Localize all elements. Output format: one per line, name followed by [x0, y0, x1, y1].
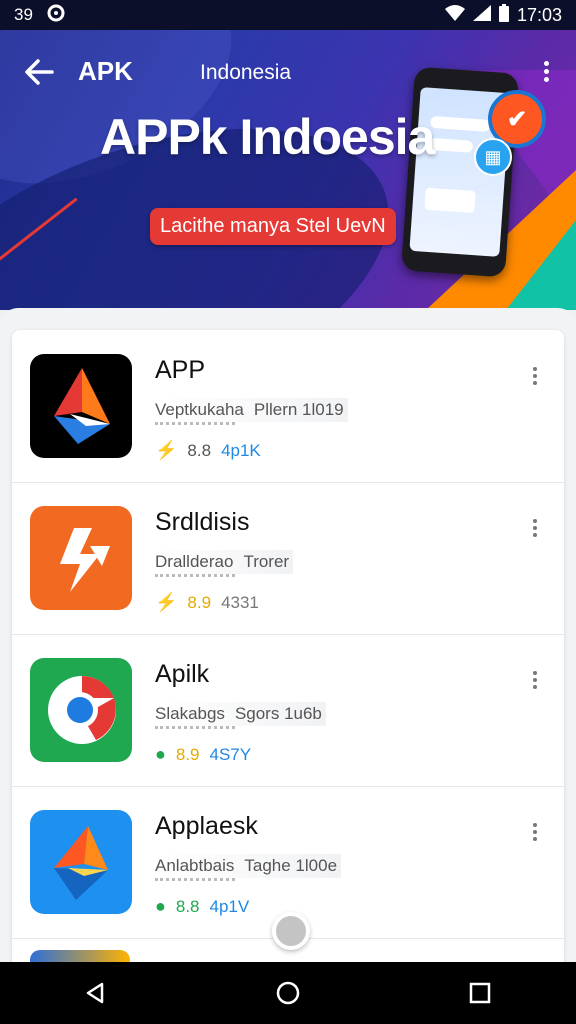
home-nav-icon[interactable]	[268, 973, 308, 1013]
app-rating: 8.8	[175, 896, 200, 916]
item-menu-icon[interactable]	[530, 820, 540, 846]
app-meta: ⚡ 8.9 4331	[155, 592, 259, 613]
recents-nav-icon[interactable]	[460, 973, 500, 1013]
status-left-text: 39	[14, 5, 33, 24]
app-name: APP	[155, 356, 206, 384]
app-subtitle: Veptkukaha Pllern 1l019	[155, 398, 348, 422]
app-meta: ● 8.8 4p1V	[155, 896, 249, 917]
hero-title: APPk Indoesia	[100, 109, 435, 165]
app-subtitle: Anlabtbais Taghe 1l00e	[155, 854, 342, 878]
app-subtitle: Slakabgs Sgors 1u6b	[155, 702, 326, 726]
flame-icon: ⚡	[155, 592, 178, 612]
app-name: Applaesk	[155, 812, 258, 840]
chrome-like-icon	[30, 658, 132, 762]
system-nav-bar	[0, 962, 576, 1024]
battery-icon	[498, 3, 509, 27]
verified-icon: ●	[155, 896, 166, 916]
app-rating: 8.8	[187, 440, 212, 460]
region-label[interactable]: Indonesia	[200, 61, 291, 85]
list-item[interactable]: APP Veptkukaha Pllern 1l019 ⚡ 8.8 4p1K	[12, 330, 564, 483]
hero-badge[interactable]: Lacithe manya Stel UevN	[150, 208, 396, 245]
item-menu-icon[interactable]	[530, 668, 540, 694]
sync-icon	[47, 4, 65, 27]
status-bar: 39 17:03	[0, 0, 576, 30]
app-name: Srdldisis	[155, 508, 250, 536]
item-menu-icon[interactable]	[530, 364, 540, 390]
verified-icon: ●	[155, 744, 166, 764]
signal-icon	[472, 4, 491, 26]
back-arrow-icon[interactable]	[24, 58, 54, 86]
clock-time: 17:03	[516, 4, 562, 25]
back-nav-icon[interactable]	[76, 973, 116, 1013]
scroll-handle[interactable]	[272, 912, 310, 950]
item-menu-icon[interactable]	[530, 516, 540, 542]
red-blue-diamond-icon	[30, 354, 132, 458]
app-name: Apilk	[155, 660, 210, 688]
app-rating: 8.9	[175, 744, 200, 764]
app-meta: ⚡ 8.8 4p1K	[155, 440, 261, 461]
app-bar: APK Indonesia	[0, 30, 576, 114]
app-size: 4p1V	[209, 896, 250, 916]
list-item[interactable]: Apilk Slakabgs Sgors 1u6b ● 8.9 4S7Y	[12, 634, 564, 787]
app-subtitle: Drallderao Trorer	[155, 550, 294, 574]
app-size: 4331	[221, 592, 259, 612]
wifi-icon	[444, 4, 465, 26]
app-size: 4p1K	[221, 440, 261, 460]
app-list: APP Veptkukaha Pllern 1l019 ⚡ 8.8 4p1K Sr…	[12, 330, 564, 968]
blue-orange-diamond-icon	[30, 810, 132, 914]
app-size: 4S7Y	[209, 744, 252, 764]
overflow-menu-icon[interactable]	[540, 58, 552, 86]
app-meta: ● 8.9 4S7Y	[155, 744, 251, 765]
app-title: APK	[78, 56, 133, 86]
list-item[interactable]: Srdldisis Drallderao Trorer ⚡ 8.9 4331	[12, 482, 564, 635]
app-rating: 8.9	[187, 592, 212, 612]
orange-lightning-icon	[30, 506, 132, 610]
store-badge-icon: ▦	[474, 138, 512, 176]
flame-icon: ⚡	[155, 440, 178, 460]
